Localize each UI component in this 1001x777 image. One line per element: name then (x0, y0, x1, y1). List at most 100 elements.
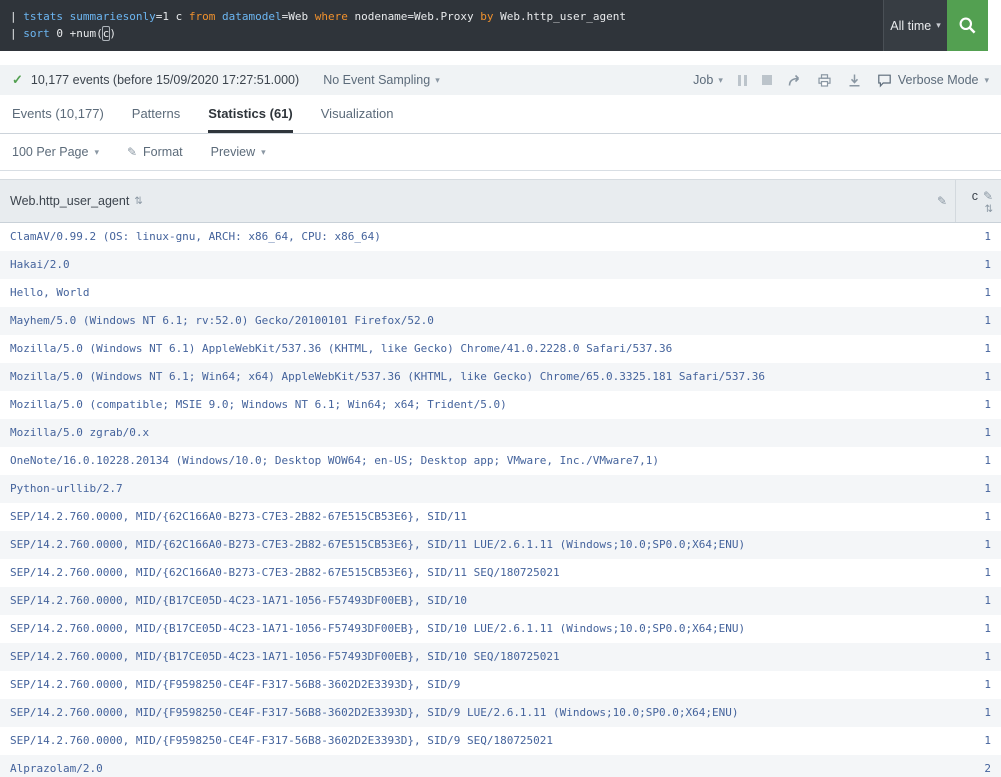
query-token: tstats (23, 10, 63, 23)
count-cell[interactable]: 1 (955, 727, 1001, 755)
count-cell[interactable]: 1 (955, 335, 1001, 363)
user-agent-cell[interactable]: Mayhem/5.0 (Windows NT 6.1; rv:52.0) Gec… (0, 307, 955, 335)
sort-icon[interactable]: ⇅ (134, 196, 142, 207)
tab-statistics-61[interactable]: Statistics (61) (208, 95, 293, 133)
pause-job-icon[interactable] (737, 74, 747, 86)
tab-patterns[interactable]: Patterns (132, 95, 180, 133)
count-cell[interactable]: 1 (955, 587, 1001, 615)
format-button[interactable]: ✎ Format (127, 145, 183, 159)
query-token: =1 c (155, 10, 189, 23)
column-header-count: c ✎ ⇅ (955, 179, 1001, 223)
count-cell[interactable]: 1 (955, 671, 1001, 699)
count-cell[interactable]: 1 (955, 643, 1001, 671)
user-agent-cell[interactable]: Python-urllib/2.7 (0, 475, 955, 503)
time-range-label: All time (890, 18, 932, 33)
table-row: SEP/14.2.760.0000, MID/{F9598250-CE4F-F3… (0, 727, 1001, 755)
count-cell[interactable]: 1 (955, 503, 1001, 531)
table-row: SEP/14.2.760.0000, MID/{B17CE05D-4C23-1A… (0, 586, 1001, 615)
sort-icon[interactable]: ⇅ (985, 204, 993, 215)
column-header-label[interactable]: Web.http_user_agent (10, 194, 129, 208)
search-bar: | tstats summariesonly=1 c from datamode… (0, 0, 988, 51)
query-token: | (10, 10, 24, 23)
edit-column-pencil-icon[interactable]: ✎ (983, 189, 993, 203)
user-agent-cell[interactable]: SEP/14.2.760.0000, MID/{62C166A0-B273-C7… (0, 559, 955, 587)
user-agent-cell[interactable]: SEP/14.2.760.0000, MID/{F9598250-CE4F-F3… (0, 671, 955, 699)
user-agent-cell[interactable]: OneNote/16.0.10228.20134 (Windows/10.0; … (0, 447, 955, 475)
user-agent-cell[interactable]: Mozilla/5.0 (compatible; MSIE 9.0; Windo… (0, 391, 955, 419)
user-agent-cell[interactable]: SEP/14.2.760.0000, MID/{F9598250-CE4F-F3… (0, 699, 955, 727)
search-query-line-2: | sort 0 +num(c) (10, 25, 883, 42)
query-token: where (314, 10, 348, 23)
user-agent-cell[interactable]: Mozilla/5.0 (Windows NT 6.1; Win64; x64)… (0, 363, 955, 391)
table-row: SEP/14.2.760.0000, MID/{B17CE05D-4C23-1A… (0, 642, 1001, 671)
query-token: ) (109, 27, 116, 40)
search-icon (958, 16, 977, 35)
count-cell[interactable]: 1 (955, 419, 1001, 447)
search-mode-label: Verbose Mode (897, 73, 979, 87)
user-agent-cell[interactable]: SEP/14.2.760.0000, MID/{B17CE05D-4C23-1A… (0, 615, 955, 643)
preview-dropdown[interactable]: Preview ▾ (211, 145, 266, 159)
time-range-picker[interactable]: All time ▾ (883, 0, 947, 51)
query-token: sort (23, 27, 50, 40)
tab-visualization[interactable]: Visualization (321, 95, 394, 133)
user-agent-cell[interactable]: Mozilla/5.0 zgrab/0.x (0, 419, 955, 447)
user-agent-cell[interactable]: SEP/14.2.760.0000, MID/{F9598250-CE4F-F3… (0, 727, 955, 755)
search-query-input[interactable]: | tstats summariesonly=1 c from datamode… (0, 0, 883, 51)
preview-label: Preview (210, 145, 256, 159)
chevron-down-icon: ▾ (435, 74, 440, 85)
user-agent-cell[interactable]: SEP/14.2.760.0000, MID/{B17CE05D-4C23-1A… (0, 587, 955, 615)
count-cell[interactable]: 1 (955, 447, 1001, 475)
query-token (63, 10, 70, 23)
count-cell[interactable]: 1 (955, 699, 1001, 727)
count-cell[interactable]: 1 (955, 307, 1001, 335)
results-tabs: Events (10,177) Patterns Statistics (61) Vi… (0, 95, 1001, 134)
table-row: Alprazolam/2.0 2 (0, 754, 1001, 777)
user-agent-cell[interactable]: ClamAV/0.99.2 (OS: linux-gnu, ARCH: x86_… (0, 223, 955, 251)
count-cell[interactable]: 1 (955, 279, 1001, 307)
format-label: Format (143, 145, 183, 159)
count-cell[interactable]: 1 (955, 363, 1001, 391)
query-token: from (188, 10, 216, 23)
event-sampling-dropdown[interactable]: No Event Sampling ▾ (323, 73, 440, 87)
share-job-icon[interactable] (787, 73, 802, 88)
stop-job-icon[interactable] (761, 75, 772, 85)
query-token: =Web (281, 10, 315, 23)
count-cell[interactable]: 2 (955, 755, 1001, 777)
query-token: 0 +num( (49, 27, 103, 40)
user-agent-cell[interactable]: Hello, World (0, 279, 955, 307)
user-agent-cell[interactable]: Mozilla/5.0 (Windows NT 6.1) AppleWebKit… (0, 335, 955, 363)
search-mode-dropdown[interactable]: Verbose Mode ▾ (877, 73, 989, 88)
user-agent-cell[interactable]: SEP/14.2.760.0000, MID/{B17CE05D-4C23-1A… (0, 643, 955, 671)
count-cell[interactable]: 1 (955, 615, 1001, 643)
table-row: Mozilla/5.0 (Windows NT 6.1) AppleWebKit… (0, 335, 1001, 363)
count-cell[interactable]: 1 (955, 223, 1001, 251)
per-page-dropdown[interactable]: 100 Per Page ▾ (12, 145, 99, 159)
table-row: Mozilla/5.0 (compatible; MSIE 9.0; Windo… (0, 391, 1001, 419)
tab-events-10-177[interactable]: Events (10,177) (12, 95, 104, 133)
count-cell[interactable]: 1 (955, 251, 1001, 279)
job-done-check-icon: ✓ (12, 72, 23, 87)
job-menu-dropdown[interactable]: Job ▾ (693, 73, 723, 87)
user-agent-cell[interactable]: Hakai/2.0 (0, 251, 955, 279)
search-button[interactable] (947, 0, 988, 51)
query-token: by (480, 10, 494, 23)
chevron-down-icon: ▾ (984, 74, 989, 85)
count-cell[interactable]: 1 (955, 559, 1001, 587)
table-row: Mozilla/5.0 zgrab/0.x 1 (0, 418, 1001, 447)
user-agent-cell[interactable]: SEP/14.2.760.0000, MID/{62C166A0-B273-C7… (0, 503, 955, 531)
table-row: Hakai/2.0 1 (0, 250, 1001, 279)
count-cell[interactable]: 1 (955, 475, 1001, 503)
edit-column-pencil-icon[interactable]: ✎ (937, 194, 947, 208)
export-download-icon[interactable] (847, 73, 862, 88)
user-agent-cell[interactable]: SEP/14.2.760.0000, MID/{62C166A0-B273-C7… (0, 531, 955, 559)
query-token: | (10, 27, 24, 40)
statistics-table: Web.http_user_agent ⇅ ✎ c ✎ ⇅ ClamAV/0.9… (0, 179, 1001, 777)
count-cell[interactable]: 1 (955, 391, 1001, 419)
user-agent-cell[interactable]: Alprazolam/2.0 (0, 755, 955, 777)
search-query-line-1: | tstats summariesonly=1 c from datamode… (10, 8, 883, 25)
count-cell[interactable]: 1 (955, 531, 1001, 559)
table-row: Python-urllib/2.7 1 (0, 474, 1001, 503)
print-icon[interactable] (817, 73, 832, 88)
column-header-label[interactable]: c (972, 189, 978, 203)
query-token: Web.http_user_agent (493, 10, 626, 23)
